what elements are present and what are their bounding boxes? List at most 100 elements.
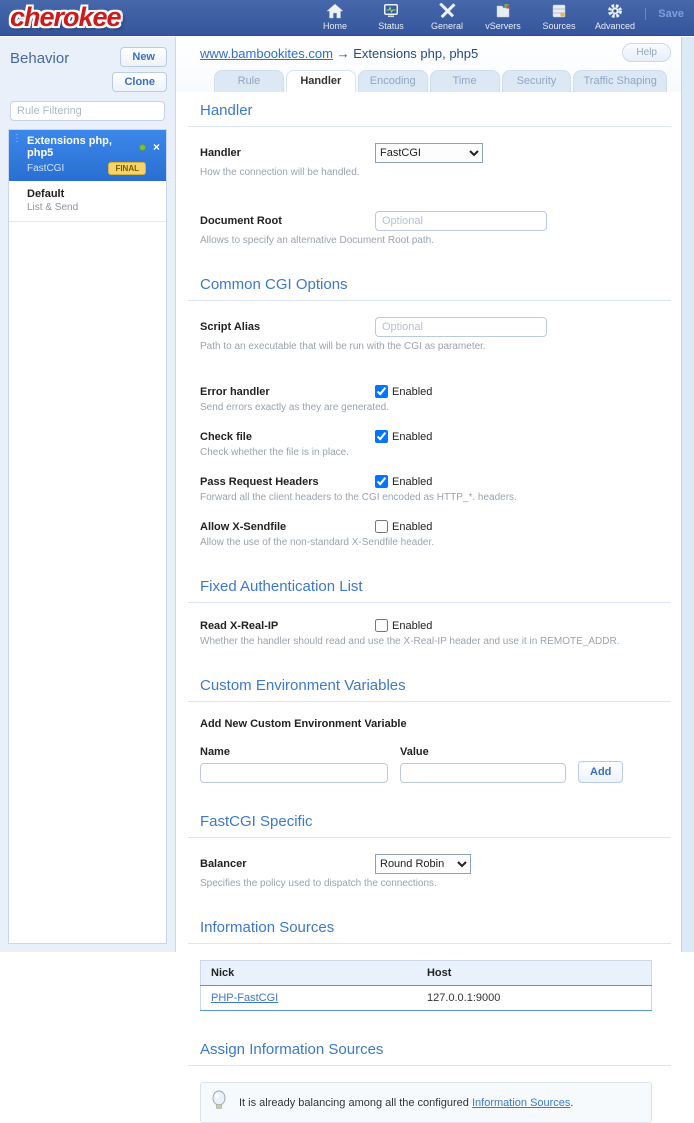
new-rule-button[interactable]: New [120,47,167,67]
field-description: Specifies the policy used to dispatch th… [200,878,671,889]
env-var-form: Name Value Add [200,746,681,783]
content-header: www.bambookites.com → Extensions php, ph… [176,37,681,92]
section-title-fastcgi: FastCGI Specific [200,813,681,830]
checkbox-label: Enabled [392,476,432,488]
handler-select[interactable]: FastCGI [375,143,483,163]
field-row-pass-request-headers: Pass Request Headers Enabled Forward all… [200,475,671,503]
field-description: Allow the use of the non-standard X-Send… [200,537,671,548]
rule-item-selected[interactable]: ⋮ Extensions php, php5 × FastCGI FINAL [9,130,166,181]
advanced-icon [606,3,624,19]
section-title-assign-sources: Assign Information Sources [200,1041,681,1058]
drag-handle-icon[interactable]: ⋮ [12,135,21,176]
information-sources-link[interactable]: Information Sources [472,1097,570,1109]
pass-request-headers-checkbox[interactable] [375,475,388,488]
field-row-document-root: Document Root Allows to specify an alter… [200,211,671,246]
field-label: Check file [200,431,375,443]
checkbox-label: Enabled [392,386,432,398]
rule-enabled-dot-icon [139,144,146,151]
status-icon [382,3,400,19]
tab-time[interactable]: Time [430,70,500,92]
field-description: Path to an executable that will be run w… [200,341,671,352]
source-nick-link[interactable]: PHP-FastCGI [211,992,278,1004]
field-label: Handler [200,147,375,159]
check-file-checkbox[interactable] [375,430,388,443]
help-button[interactable]: Help [622,43,671,62]
tab-handler[interactable]: Handler [286,70,356,92]
env-name-label: Name [200,746,388,758]
note-text: . [570,1097,573,1109]
field-row-handler: Handler FastCGI How the connection will … [200,143,671,178]
nav-home[interactable]: Home [312,3,358,31]
field-description: Check whether the file is in place. [200,447,671,458]
rule-list: ⋮ Extensions php, php5 × FastCGI FINAL D… [8,129,167,944]
field-row-allow-x-sendfile: Allow X-Sendfile Enabled Allow the use o… [200,520,671,548]
field-label: Script Alias [200,321,375,333]
rule-handler-label: List & Send [27,202,156,213]
breadcrumb: www.bambookites.com → Extensions php, ph… [200,46,671,61]
env-value-label: Value [400,746,566,758]
lightbulb-icon [211,1090,227,1115]
rule-handler-label: FastCGI [27,163,108,174]
add-env-var-heading: Add New Custom Environment Variable [200,718,681,730]
nav-vservers[interactable]: vServers [480,3,526,31]
field-label: Document Root [200,215,375,227]
checkbox-label: Enabled [392,431,432,443]
rule-name: Default [27,188,156,200]
field-description: How the connection will be handled. [200,167,671,178]
document-root-input[interactable] [375,211,547,231]
top-bar: cherokee Home Status General vServers So… [0,0,694,36]
divider [188,126,671,127]
section-title-env-vars: Custom Environment Variables [200,677,681,694]
field-row-balancer: Balancer Round Robin Specifies the polic… [200,854,671,889]
env-value-input[interactable] [400,763,566,783]
rule-item-default[interactable]: Default List & Send [9,181,166,222]
sources-icon [550,3,568,19]
field-label: Allow X-Sendfile [200,521,375,533]
tab-traffic-shaping[interactable]: Traffic Shaping [573,70,667,92]
read-x-real-ip-checkbox[interactable] [375,619,388,632]
scrollbar-track[interactable] [681,37,694,952]
table-row: PHP-FastCGI 127.0.0.1:9000 [201,986,652,1011]
main-nav: Home Status General vServers Sources Adv… [312,3,638,31]
env-name-input[interactable] [200,763,388,783]
field-description: Forward all the client headers to the CG… [200,492,671,503]
tab-bar: Rule Handler Encoding Time Security Traf… [200,70,671,92]
field-row-read-x-real-ip: Read X-Real-IP Enabled Whether the handl… [200,619,671,647]
note-text: It is already balancing among all the co… [239,1097,472,1109]
divider [188,1065,671,1066]
divider [188,300,671,301]
breadcrumb-arrow: → [337,46,350,61]
clone-rule-button[interactable]: Clone [112,72,167,92]
section-title-handler: Handler [200,102,681,119]
rule-filter-input[interactable] [10,101,165,121]
nav-sources[interactable]: Sources [536,3,582,31]
tab-security[interactable]: Security [502,70,572,92]
tab-rule[interactable]: Rule [214,70,284,92]
field-description: Send errors exactly as they are generate… [200,402,671,413]
field-label: Pass Request Headers [200,476,375,488]
error-handler-checkbox[interactable] [375,385,388,398]
allow-x-sendfile-checkbox[interactable] [375,520,388,533]
add-env-var-button[interactable]: Add [578,761,623,783]
nav-general[interactable]: General [424,3,470,31]
breadcrumb-rule-name: Extensions php, php5 [353,46,478,61]
tab-encoding[interactable]: Encoding [358,70,428,92]
close-icon[interactable]: × [153,142,160,152]
save-button[interactable]: Save [645,8,684,20]
home-icon [326,3,344,19]
section-title-info-sources: Information Sources [200,919,681,936]
field-row-error-handler: Error handler Enabled Send errors exactl… [200,385,671,413]
vservers-icon [494,3,512,19]
column-header-nick: Nick [201,961,417,986]
source-host-value: 127.0.0.1:9000 [417,986,652,1011]
field-label: Balancer [200,858,375,870]
vserver-host-link[interactable]: www.bambookites.com [200,46,333,61]
script-alias-input[interactable] [375,317,547,337]
field-label: Read X-Real-IP [200,620,375,632]
nav-advanced[interactable]: Advanced [592,3,638,31]
nav-status[interactable]: Status [368,3,414,31]
column-header-host: Host [417,961,652,986]
section-title-fixed-auth: Fixed Authentication List [200,578,681,595]
balancer-select[interactable]: Round Robin [375,854,471,874]
divider [188,701,671,702]
